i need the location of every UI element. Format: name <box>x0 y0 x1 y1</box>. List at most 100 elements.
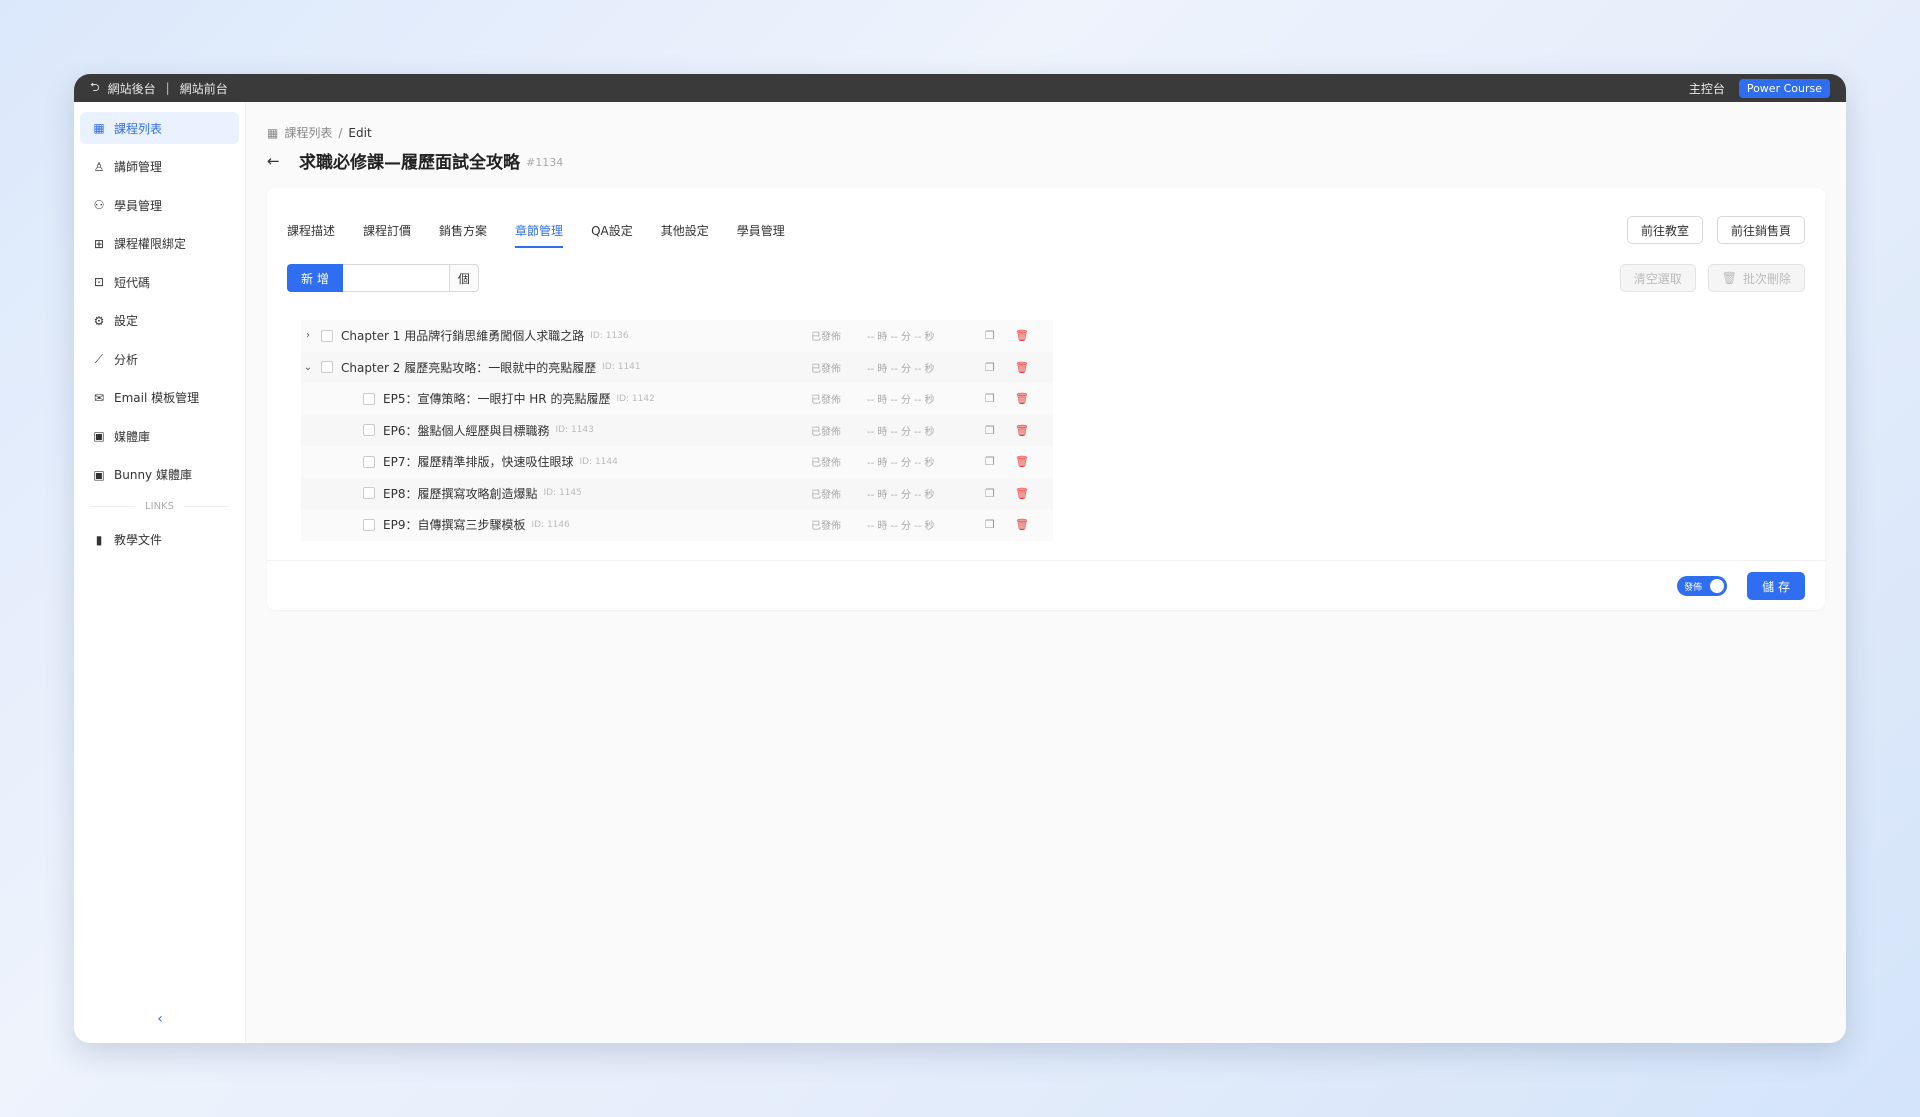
breadcrumb: ▦ 課程列表 / Edit <box>267 124 372 141</box>
backend-link[interactable]: 網站後台 <box>108 80 156 97</box>
delete-icon[interactable]: 🗑 <box>1015 455 1029 468</box>
top-bar: ⮌ 網站後台 | 網站前台 主控台 Power Course <box>74 74 1846 102</box>
copy-icon[interactable]: ❐ <box>985 487 995 500</box>
copy-icon[interactable]: ❐ <box>985 424 995 437</box>
delete-icon[interactable]: 🗑 <box>1015 392 1029 405</box>
row-checkbox[interactable] <box>363 518 375 531</box>
chapter-tree: › Chapter 1 用品牌行銷思維勇闖個人求職之路 ID: 1136 已發佈… <box>301 320 1053 541</box>
episode-name: EP9：自傳撰寫三步驟模板 <box>383 518 526 533</box>
chevron-down-icon[interactable]: ⌄ <box>301 362 315 373</box>
trash-icon: 🗑 <box>1721 271 1737 285</box>
duration: -- 時 -- 分 -- 秒 <box>867 363 935 375</box>
sidebar-item-docs[interactable]: ▮ 教學文件 <box>80 524 239 556</box>
return-icon[interactable]: ⮌ <box>90 78 100 99</box>
tab-description[interactable]: 課程描述 <box>287 222 335 248</box>
sidebar-item-settings[interactable]: ⚙ 設定 <box>80 305 239 337</box>
clear-selection-button[interactable]: 清空選取 <box>1619 264 1696 292</box>
row-checkbox[interactable] <box>363 392 375 405</box>
tab-sales-plans[interactable]: 銷售方案 <box>439 222 487 248</box>
save-button[interactable]: 儲 存 <box>1747 572 1805 600</box>
go-classroom-button[interactable]: 前往教室 <box>1626 216 1703 244</box>
status-badge: 已發佈 <box>811 521 841 533</box>
brand-button[interactable]: Power Course <box>1738 78 1830 98</box>
chapter-row[interactable]: ⌄ Chapter 2 履歷亮點攻略：一眼就中的亮點履歷 ID: 1141 已發… <box>301 351 1053 383</box>
chapter-name: Chapter 2 履歷亮點攻略：一眼就中的亮點履歷 <box>341 360 597 375</box>
episode-row[interactable]: EP7：履歷精準排版，快速吸住眼球 ID: 1144 已發佈 -- 時 -- 分… <box>301 446 1053 478</box>
add-chapter-group: 新 增 個 <box>287 264 479 292</box>
mail-icon: ✉ <box>93 390 105 405</box>
tab-pricing[interactable]: 課程訂價 <box>363 222 411 248</box>
delete-icon[interactable]: 🗑 <box>1015 361 1029 374</box>
episode-row[interactable]: EP5：宣傳策略：一眼打中 HR 的亮點履歷 ID: 1142 已發佈 -- 時… <box>301 383 1053 415</box>
sidebar-item-shortcode[interactable]: ⊡ 短代碼 <box>80 266 239 298</box>
edit-card: 課程描述 課程訂價 銷售方案 章節管理 QA設定 其他設定 學員管理 前往教室 … <box>267 188 1825 610</box>
copy-icon[interactable]: ❐ <box>985 392 995 405</box>
sidebar-item-access-binding[interactable]: ⊞ 課程權限綁定 <box>80 228 239 260</box>
episode-row[interactable]: EP8：履歷撰寫攻略創造爆點 ID: 1145 已發佈 -- 時 -- 分 --… <box>301 477 1053 509</box>
row-checkbox[interactable] <box>321 329 333 342</box>
sidebar-item-courses[interactable]: ▦ 課程列表 <box>80 112 239 144</box>
go-sales-page-button[interactable]: 前往銷售頁 <box>1716 216 1805 244</box>
sidebar-item-email-templates[interactable]: ✉ Email 模板管理 <box>80 382 239 414</box>
sidebar: ▦ 課程列表 ♙ 講師管理 ⚇ 學員管理 ⊞ 課程權限綁定 ⊡ 短代碼 ⚙ 設定… <box>74 102 246 1043</box>
collapse-sidebar-icon[interactable]: ‹ <box>74 1011 246 1027</box>
page-title: 求職必修課—履歷面試全攻略 <box>299 153 520 173</box>
add-quantity-input[interactable] <box>342 264 449 292</box>
copy-icon[interactable]: ❐ <box>985 361 995 374</box>
episode-id: ID: 1144 <box>579 456 618 467</box>
row-checkbox[interactable] <box>363 424 375 437</box>
tab-students[interactable]: 學員管理 <box>737 222 785 248</box>
copy-icon[interactable]: ❐ <box>985 329 995 342</box>
row-checkbox[interactable] <box>363 487 375 500</box>
media-icon: ▣ <box>93 467 105 482</box>
bulk-delete-button[interactable]: 🗑 批次刪除 <box>1707 264 1805 292</box>
duration: -- 時 -- 分 -- 秒 <box>867 489 935 501</box>
user-icon: ♙ <box>93 159 105 174</box>
sidebar-item-label: 設定 <box>114 314 139 328</box>
episode-name: EP7：履歷精準排版，快速吸住眼球 <box>383 455 574 470</box>
tab-chapters[interactable]: 章節管理 <box>515 222 564 248</box>
tab-qa[interactable]: QA設定 <box>591 222 633 248</box>
sidebar-item-label: 分析 <box>114 352 139 367</box>
duration: -- 時 -- 分 -- 秒 <box>867 332 935 344</box>
breadcrumb-current: Edit <box>348 125 372 140</box>
delete-icon[interactable]: 🗑 <box>1015 487 1029 500</box>
app-window: ⮌ 網站後台 | 網站前台 主控台 Power Course ▦ 課程列表 ♙ … <box>74 74 1846 1043</box>
sidebar-item-media[interactable]: ▣ 媒體庫 <box>80 420 239 452</box>
publish-toggle[interactable]: 發佈 <box>1677 576 1728 596</box>
row-checkbox[interactable] <box>363 455 375 468</box>
status-badge: 已發佈 <box>811 489 841 501</box>
table-icon: ▦ <box>267 125 279 140</box>
row-checkbox[interactable] <box>321 361 333 374</box>
duration: -- 時 -- 分 -- 秒 <box>867 521 935 533</box>
tab-other-settings[interactable]: 其他設定 <box>661 222 709 248</box>
sidebar-item-analytics[interactable]: ⟋ 分析 <box>80 343 239 375</box>
sidebar-item-label: 講師管理 <box>114 160 163 174</box>
chapter-id: ID: 1141 <box>602 362 641 373</box>
add-button[interactable]: 新 增 <box>287 264 343 292</box>
chapter-row[interactable]: › Chapter 1 用品牌行銷思維勇闖個人求職之路 ID: 1136 已發佈… <box>301 320 1053 352</box>
breadcrumb-parent[interactable]: 課程列表 <box>284 124 332 141</box>
chevron-right-icon[interactable]: › <box>301 330 315 341</box>
episode-row[interactable]: EP9：自傳撰寫三步驟模板 ID: 1146 已發佈 -- 時 -- 分 -- … <box>301 509 1053 541</box>
title-row: ← 求職必修課—履歷面試全攻略 #1134 <box>267 148 563 174</box>
status-badge: 已發佈 <box>811 395 841 407</box>
chapter-name: Chapter 1 用品牌行銷思維勇闖個人求職之路 <box>341 329 585 344</box>
episode-id: ID: 1143 <box>555 425 594 436</box>
media-icon: ▣ <box>93 429 105 443</box>
frontend-link[interactable]: 網站前台 <box>180 80 228 97</box>
links-divider: LINKS <box>90 501 229 512</box>
dashboard-link[interactable]: 主控台 <box>1689 80 1725 97</box>
sidebar-item-label: 媒體庫 <box>114 429 151 444</box>
episode-row[interactable]: EP6：盤點個人經歷與目標職務 ID: 1143 已發佈 -- 時 -- 分 -… <box>301 414 1053 446</box>
users-icon: ⚇ <box>93 198 105 212</box>
delete-icon[interactable]: 🗑 <box>1015 329 1029 342</box>
sidebar-item-students[interactable]: ⚇ 學員管理 <box>80 189 239 221</box>
sidebar-item-bunny-media[interactable]: ▣ Bunny 媒體庫 <box>80 459 239 491</box>
delete-icon[interactable]: 🗑 <box>1015 518 1029 531</box>
sidebar-item-instructors[interactable]: ♙ 講師管理 <box>80 151 239 183</box>
copy-icon[interactable]: ❐ <box>985 455 995 468</box>
back-arrow-icon[interactable]: ← <box>267 152 287 170</box>
delete-icon[interactable]: 🗑 <box>1015 424 1029 437</box>
copy-icon[interactable]: ❐ <box>985 518 995 531</box>
